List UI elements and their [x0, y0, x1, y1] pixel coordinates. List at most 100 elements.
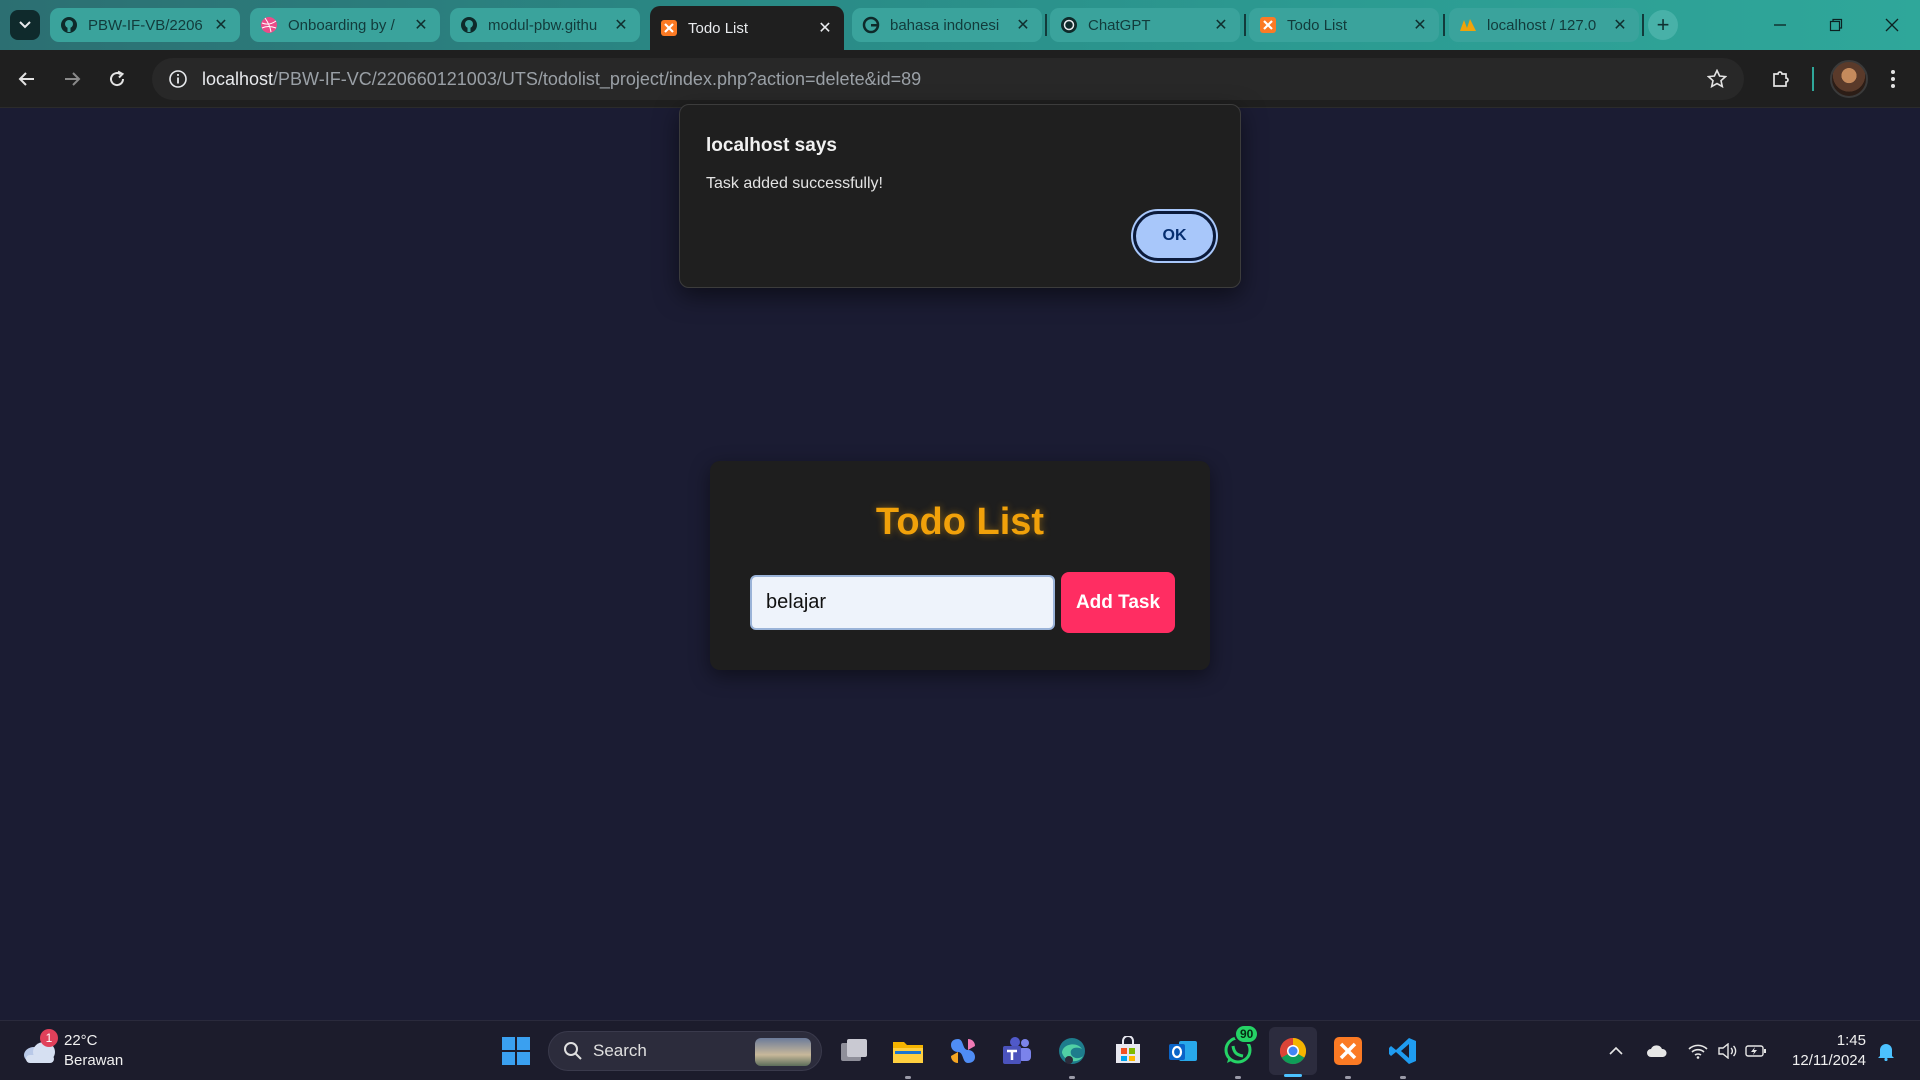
- url-path: /PBW-IF-VC/220660121003/UTS/todolist_pro…: [273, 68, 922, 89]
- copilot-app[interactable]: [945, 1033, 981, 1069]
- weather-description: Berawan: [64, 1052, 124, 1069]
- task-input[interactable]: [750, 575, 1055, 630]
- show-hidden-icons-button[interactable]: [1604, 1039, 1628, 1063]
- close-icon[interactable]: ✕: [1411, 15, 1429, 35]
- bell-icon: [1878, 1044, 1894, 1061]
- folder-icon: [893, 1042, 923, 1063]
- ok-button[interactable]: OK: [1133, 211, 1216, 261]
- task-view-button[interactable]: [836, 1033, 872, 1069]
- file-explorer-app[interactable]: [890, 1033, 926, 1079]
- close-icon[interactable]: ✕: [1611, 15, 1629, 35]
- tab-phpmyadmin[interactable]: localhost / 127.0 ✕: [1449, 8, 1639, 42]
- tab-title: bahasa indonesi: [890, 16, 1000, 34]
- restore-icon: [1829, 18, 1843, 32]
- url-host: localhost: [202, 68, 274, 89]
- tab-title: ChatGPT: [1088, 16, 1151, 34]
- toolbar-divider: [1812, 67, 1814, 91]
- active-indicator: [1284, 1074, 1302, 1077]
- notifications-button[interactable]: [1874, 1039, 1898, 1063]
- close-icon[interactable]: ✕: [212, 15, 230, 35]
- tab-search-button[interactable]: [10, 10, 40, 40]
- extensions-button[interactable]: [1764, 62, 1798, 96]
- tab-modul-pbw[interactable]: modul-pbw.githu ✕: [450, 8, 640, 42]
- todo-card: Todo List Add Task: [710, 461, 1210, 670]
- close-icon: [1885, 18, 1899, 32]
- tab-google-search[interactable]: bahasa indonesi ✕: [852, 8, 1042, 42]
- close-icon[interactable]: ✕: [816, 18, 834, 38]
- whatsapp-unread-badge: 90: [1234, 1024, 1260, 1044]
- reload-button[interactable]: [100, 62, 134, 96]
- copilot-icon: [951, 1039, 975, 1063]
- tab-title: PBW-IF-VB/2206: [88, 16, 203, 34]
- page-title: Todo List: [875, 501, 1045, 543]
- onedrive-tray[interactable]: [1645, 1039, 1669, 1063]
- close-window-button[interactable]: [1864, 0, 1920, 50]
- minimize-icon: [1774, 24, 1786, 26]
- close-icon[interactable]: ✕: [612, 15, 630, 35]
- address-bar[interactable]: localhost/PBW-IF-VC/220660121003/UTS/tod…: [152, 58, 1744, 100]
- network-tray[interactable]: [1686, 1039, 1710, 1063]
- tab-title: modul-pbw.githu: [488, 16, 598, 34]
- clock-time[interactable]: 1:45: [1790, 1032, 1866, 1049]
- tab-title: Onboarding by /: [288, 16, 395, 34]
- teams-app[interactable]: [999, 1033, 1035, 1069]
- reload-icon: [110, 70, 125, 87]
- tab-title: Todo List: [688, 19, 749, 37]
- browser-menu-button[interactable]: [1876, 62, 1910, 96]
- browser-toolbar: localhost/PBW-IF-VC/220660121003/UTS/tod…: [0, 50, 1920, 108]
- site-info-icon[interactable]: [166, 67, 190, 91]
- running-indicator: [1069, 1076, 1075, 1079]
- chevron-up-icon: [1609, 1046, 1623, 1055]
- task-view-icon: [841, 1039, 867, 1061]
- bookmark-star-button[interactable]: [1700, 62, 1734, 96]
- outlook-icon: [1169, 1041, 1197, 1061]
- puzzle-icon: [1773, 71, 1789, 87]
- tab-title: Todo List: [1287, 16, 1348, 34]
- plus-icon: +: [1656, 12, 1670, 37]
- edge-icon: [1059, 1038, 1085, 1064]
- close-icon[interactable]: ✕: [412, 15, 430, 35]
- battery-tray[interactable]: [1744, 1039, 1768, 1063]
- tab-separator: [1642, 14, 1644, 36]
- add-task-button[interactable]: Add Task: [1061, 572, 1175, 633]
- star-icon: [1707, 69, 1727, 89]
- edge-dev-app[interactable]: [1054, 1033, 1090, 1079]
- clock-date[interactable]: 12/11/2024: [1772, 1052, 1866, 1069]
- microsoft-store-app[interactable]: [1110, 1033, 1146, 1069]
- xampp-app[interactable]: [1330, 1033, 1366, 1079]
- tab-separator: [1045, 14, 1047, 36]
- profile-avatar[interactable]: [1830, 60, 1868, 98]
- outlook-app[interactable]: [1165, 1033, 1201, 1069]
- new-tab-button[interactable]: +: [1648, 10, 1678, 40]
- taskbar-search[interactable]: Search: [548, 1031, 822, 1071]
- close-icon[interactable]: ✕: [1014, 15, 1032, 35]
- back-button[interactable]: [10, 62, 44, 96]
- back-arrow-icon: [18, 72, 34, 86]
- running-indicator: [1400, 1076, 1406, 1079]
- tab-separator: [1244, 14, 1246, 36]
- minimize-button[interactable]: [1752, 0, 1808, 50]
- weather-temperature: 22°C: [64, 1032, 98, 1049]
- start-button[interactable]: [498, 1033, 534, 1069]
- tab-todo-list-active[interactable]: Todo List ✕: [650, 6, 844, 50]
- volume-tray[interactable]: [1715, 1039, 1739, 1063]
- speaker-icon: [1718, 1043, 1737, 1059]
- google-icon: [862, 16, 880, 34]
- vscode-app[interactable]: [1385, 1033, 1421, 1079]
- alert-message: Task added successfully!: [706, 175, 883, 192]
- onedrive-icon: [1647, 1045, 1667, 1057]
- chrome-app[interactable]: [1269, 1027, 1317, 1077]
- weather-widget[interactable]: 1 22°C Berawan: [0, 1021, 140, 1080]
- forward-arrow-icon: [65, 72, 81, 86]
- tab-chatgpt[interactable]: ChatGPT ✕: [1050, 8, 1240, 42]
- restore-button[interactable]: [1808, 0, 1864, 50]
- teams-icon: [1003, 1037, 1031, 1064]
- chevron-down-icon: [19, 21, 31, 29]
- tab-onboarding[interactable]: Onboarding by / ✕: [250, 8, 440, 42]
- windows-logo-icon: [502, 1037, 530, 1065]
- forward-button[interactable]: [55, 62, 89, 96]
- close-icon[interactable]: ✕: [1212, 15, 1230, 35]
- tab-todo-list[interactable]: Todo List ✕: [1249, 8, 1439, 42]
- tab-github-pbw[interactable]: PBW-IF-VB/2206 ✕: [50, 8, 240, 42]
- dribbble-icon: [260, 16, 278, 34]
